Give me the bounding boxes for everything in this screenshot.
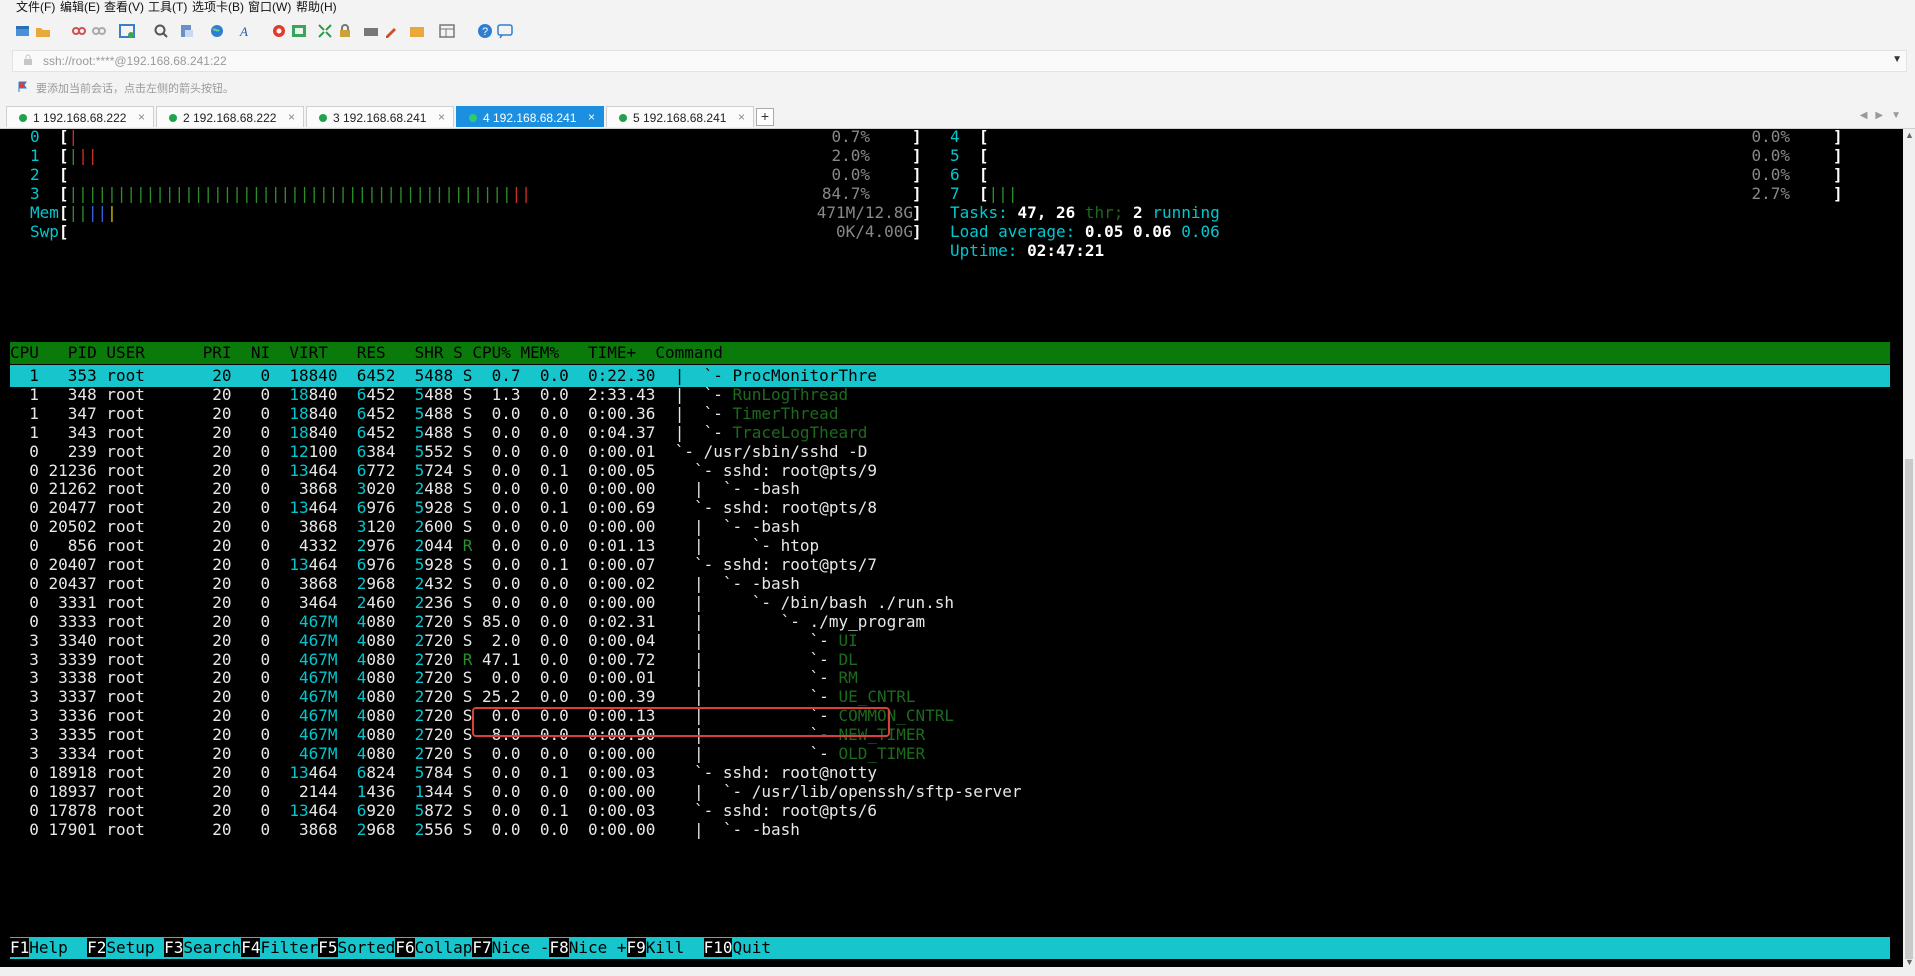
menu-view[interactable]: 查看(V) [104, 0, 144, 15]
xftp-icon[interactable] [270, 22, 288, 40]
toolbar: A ? [0, 18, 1915, 46]
tab-session-1[interactable]: 1 192.168.68.222 × [6, 106, 154, 127]
lock-icon [23, 54, 33, 69]
status-dot [19, 114, 27, 122]
tab-session-5[interactable]: 5 192.168.68.241 × [606, 106, 754, 127]
print-icon[interactable] [178, 22, 196, 40]
close-icon[interactable]: × [438, 110, 445, 124]
menu-file[interactable]: 文件(F) [16, 0, 55, 15]
menu-window[interactable]: 窗口(W) [248, 0, 291, 15]
lock-icon[interactable] [336, 22, 354, 40]
reconnect-icon[interactable] [70, 22, 88, 40]
fkey-f7[interactable]: F7 [472, 938, 492, 957]
process-table-header: CPU PID USER PRI NI VIRT RES SHR S CPU% … [10, 343, 723, 362]
add-tab-button[interactable]: + [756, 108, 774, 126]
fkey-f2[interactable]: F2 [87, 938, 107, 957]
fkey-f1[interactable]: F1 [10, 938, 30, 957]
fkey-label[interactable]: Kill [646, 938, 704, 957]
swp-meter: Swp[ [30, 222, 69, 241]
status-dot [319, 114, 327, 122]
menu-tools[interactable]: 工具(T) [148, 0, 187, 15]
fkey-f10[interactable]: F10 [703, 938, 733, 957]
open-folder-icon[interactable] [34, 22, 52, 40]
fkey-f5[interactable]: F5 [318, 938, 338, 957]
fullscreen-icon[interactable] [316, 22, 334, 40]
close-icon[interactable]: × [588, 110, 595, 124]
fkey-f6[interactable]: F6 [395, 938, 415, 957]
fkey-label[interactable]: Collap [415, 938, 473, 957]
fkey-label[interactable]: Sorted [338, 938, 396, 957]
scroll-down-icon[interactable]: ▼ [1905, 957, 1914, 967]
search-icon[interactable] [152, 22, 170, 40]
status-dot [619, 114, 627, 122]
fkey-line[interactable]: F1Help F2Setup F3SearchF4FilterF5SortedF… [10, 936, 771, 959]
fkey-f9[interactable]: F9 [626, 938, 646, 957]
close-icon[interactable]: × [138, 110, 145, 124]
status-dot [169, 114, 177, 122]
fkey-label[interactable]: Setup [106, 938, 164, 957]
globe-icon[interactable] [208, 22, 226, 40]
menu-tabs[interactable]: 选项卡(B) [192, 0, 244, 15]
status-dot [469, 114, 477, 122]
fkey-label[interactable]: Filter [260, 938, 318, 957]
font-icon[interactable]: A [238, 22, 256, 40]
address-text: ssh://root:****@192.168.68.241:22 [43, 54, 227, 68]
tab-session-3[interactable]: 3 192.168.68.241 × [306, 106, 454, 127]
bracket: ] [912, 222, 922, 241]
address-bar[interactable]: ssh://root:****@192.168.68.241:22 ▼ [12, 50, 1907, 72]
bookmark-arrow-icon[interactable] [18, 81, 28, 93]
fkey-f3[interactable]: F3 [164, 938, 184, 957]
fkey-label[interactable]: Help [29, 938, 87, 957]
close-icon[interactable]: × [288, 110, 295, 124]
highlight-annotation [472, 707, 890, 737]
transfer-icon[interactable] [408, 22, 426, 40]
menu-help[interactable]: 帮助(H) [296, 0, 337, 15]
new-session-icon[interactable] [14, 22, 32, 40]
chevron-down-icon[interactable]: ▼ [1892, 54, 1902, 65]
properties-icon[interactable] [118, 22, 136, 40]
fkey-label[interactable]: Nice - [492, 938, 550, 957]
layout-icon[interactable] [438, 22, 456, 40]
close-icon[interactable]: × [738, 110, 745, 124]
pen-icon[interactable] [382, 22, 400, 40]
status-strip [0, 967, 1915, 976]
chat-icon[interactable] [496, 22, 514, 40]
menu-bar: 文件(F) 编辑(E) 查看(V) 工具(T) 选项卡(B) 窗口(W) 帮助(… [0, 0, 1915, 14]
xshell-icon[interactable] [290, 22, 308, 40]
keyboard-icon[interactable] [362, 22, 380, 40]
disconnect-icon[interactable] [90, 22, 108, 40]
tab-nav-arrows[interactable]: ◀▶▼ [1860, 110, 1909, 121]
svg-text:?: ? [482, 26, 488, 38]
fkey-f4[interactable]: F4 [241, 938, 261, 957]
cpu-value-7: 2.7% [1751, 184, 1790, 203]
uptime: Uptime: 02:47:21 [950, 241, 1105, 260]
tab-session-4[interactable]: 4 192.168.68.241 × [456, 106, 604, 127]
table-row[interactable]: 0 17901 root 20 0 3868 2968 2556 S 0.0 0… [10, 818, 800, 841]
fkey-label[interactable]: Quit [732, 938, 771, 957]
fkey-f8[interactable]: F8 [549, 938, 569, 957]
tab-session-2[interactable]: 2 192.168.68.222 × [156, 106, 304, 127]
bracket: ] [1833, 184, 1843, 203]
menu-edit[interactable]: 编辑(E) [60, 0, 100, 15]
fkey-label[interactable]: Search [183, 938, 241, 957]
scrollbar-thumb[interactable] [1905, 459, 1913, 959]
swp-value: 0K/4.00G [835, 222, 914, 241]
terminal-scrollbar[interactable]: ▲ ▼ [1903, 129, 1915, 967]
terminal[interactable]: 0 [| 0.7%] 1 [||| 2.0%] 2 [0.0%] 3 [|||||||||… [0, 127, 1903, 967]
svg-text:A: A [239, 24, 248, 39]
help-icon[interactable]: ? [476, 22, 494, 40]
fkey-label[interactable]: Nice + [569, 938, 627, 957]
scroll-up-icon[interactable]: ▲ [1905, 130, 1914, 140]
